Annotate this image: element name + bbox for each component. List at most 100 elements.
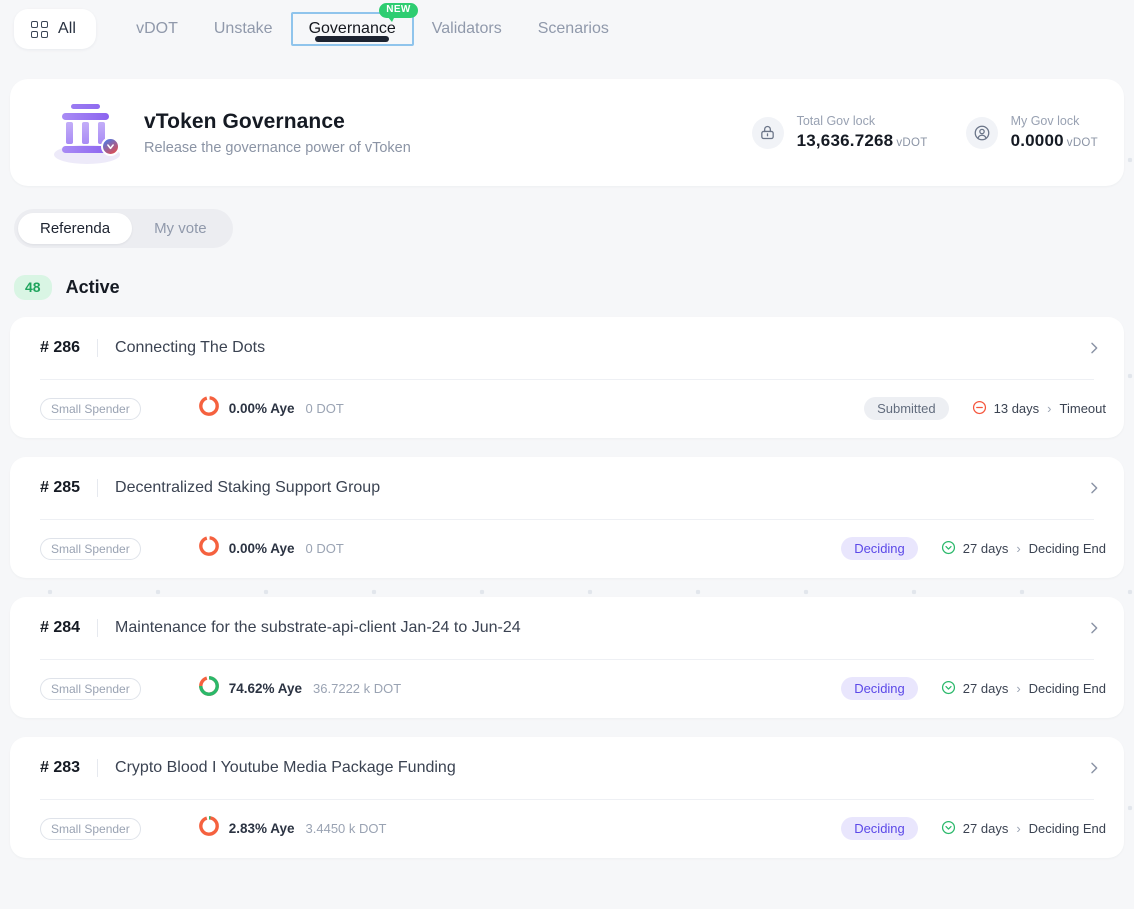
subtab-my-vote-label: My vote xyxy=(154,220,207,237)
referendum-time-left: 13 days xyxy=(993,401,1040,417)
referendum-title: Decentralized Staking Support Group xyxy=(115,478,381,496)
status-badge: Deciding xyxy=(841,537,918,561)
referendum-card-286[interactable]: # 286 Connecting The Dots Small Spender … xyxy=(10,316,1124,438)
stat-my-gov-lock-label: My Gov lock xyxy=(1010,114,1080,128)
subtab-my-vote[interactable]: My vote xyxy=(132,213,229,244)
tab-unstake[interactable]: Unstake xyxy=(196,12,291,46)
hero-stats: Total Gov lock 13,636.7268 vDOT My Gov lo… xyxy=(751,114,1098,151)
vote-donut-chart xyxy=(198,395,220,422)
user-icon xyxy=(965,116,998,149)
governance-bank-icon xyxy=(54,102,120,164)
governance-hero-card: vToken Governance Release the governance… xyxy=(10,79,1124,186)
all-filter-label: All xyxy=(58,20,77,37)
referendum-track-tag: Small Spender xyxy=(40,397,141,420)
referendum-header[interactable]: # 284 Maintenance for the substrate-api-… xyxy=(10,597,1124,659)
chevron-right-icon[interactable] xyxy=(1086,340,1106,356)
tab-scenarios[interactable]: Scenarios xyxy=(520,12,627,46)
tab-vdot[interactable]: vDOT xyxy=(118,12,196,46)
grid-icon xyxy=(31,20,48,38)
chevron-right-icon[interactable] xyxy=(1086,480,1106,496)
vote-donut-chart xyxy=(198,675,220,702)
referendum-time-left: 27 days xyxy=(962,821,1009,837)
subtab-referenda[interactable]: Referenda xyxy=(18,213,133,244)
all-filter-button[interactable]: All xyxy=(14,9,97,49)
referendum-card-283[interactable]: # 283 Crypto Blood I Youtube Media Packa… xyxy=(10,736,1124,858)
referendum-card-284[interactable]: # 284 Maintenance for the substrate-api-… xyxy=(10,596,1124,718)
referendum-vote-summary: 74.62% Aye 36.7222 k DOT xyxy=(198,675,401,702)
stat-total-gov-lock-unit: vDOT xyxy=(896,137,928,149)
vote-donut-chart xyxy=(198,815,220,842)
referendum-time-left: 27 days xyxy=(962,681,1009,697)
status-badge: Deciding xyxy=(841,817,918,841)
referendum-status-group: Deciding 27 days › Deciding End xyxy=(841,537,1106,561)
referendum-header[interactable]: # 286 Connecting The Dots xyxy=(10,317,1124,379)
chevron-right-icon[interactable] xyxy=(1086,620,1106,636)
referendum-meta: Small Spender 74.62% Aye 36.7222 k DOT D… xyxy=(10,660,1124,718)
tab-validators-label: Validators xyxy=(431,20,502,37)
referendum-status-group: Submitted 13 days › Timeout xyxy=(864,397,1106,421)
referendum-track-tag: Small Spender xyxy=(40,537,141,560)
subtab-referenda-label: Referenda xyxy=(40,220,111,237)
referendum-header[interactable]: # 285 Decentralized Staking Support Grou… xyxy=(10,457,1124,519)
referendum-vote-amount: 0 DOT xyxy=(305,541,344,557)
top-navigation-bar: All vDOT Unstake Governance NEW Validato… xyxy=(0,0,1134,58)
referendum-aye-percent: 0.00% Aye xyxy=(228,541,295,557)
timeline-status-icon xyxy=(941,820,956,838)
referendum-track-tag: Small Spender xyxy=(40,817,141,840)
main-tabs: vDOT Unstake Governance NEW Validators S… xyxy=(118,3,627,46)
timeline-separator: › xyxy=(1016,681,1021,697)
referendum-vote-amount: 36.7222 k DOT xyxy=(313,681,402,697)
stat-total-gov-lock-value: 13,636.7268 vDOT xyxy=(796,131,928,150)
stat-my-gov-lock-unit: vDOT xyxy=(1066,137,1098,149)
tab-vdot-label: vDOT xyxy=(136,20,178,37)
timeline-separator: › xyxy=(1047,401,1052,417)
referenda-list: # 286 Connecting The Dots Small Spender … xyxy=(10,316,1124,858)
referendum-aye-percent: 2.83% Aye xyxy=(228,821,295,837)
subtabs-wrapper: Referenda My vote xyxy=(14,209,1134,248)
referendum-vote-summary: 0.00% Aye 0 DOT xyxy=(198,535,344,562)
referendum-vote-summary: 0.00% Aye 0 DOT xyxy=(198,395,344,422)
stat-my-gov-lock-value: 0.0000 vDOT xyxy=(1010,131,1098,150)
timeline-separator: › xyxy=(1016,821,1021,837)
chevron-right-icon[interactable] xyxy=(1086,760,1106,776)
status-badge: Submitted xyxy=(864,397,949,421)
referendum-time-stage: Timeout xyxy=(1059,401,1106,417)
referendum-status-group: Deciding 27 days › Deciding End xyxy=(841,817,1106,841)
active-count-badge: 48 xyxy=(14,275,52,300)
referendum-timeline: 13 days › Timeout xyxy=(972,400,1106,418)
referendum-vote-amount: 0 DOT xyxy=(305,401,344,417)
referendum-status-group: Deciding 27 days › Deciding End xyxy=(841,677,1106,701)
referendum-card-285[interactable]: # 285 Decentralized Staking Support Grou… xyxy=(10,456,1124,578)
referendum-header[interactable]: # 283 Crypto Blood I Youtube Media Packa… xyxy=(10,737,1124,799)
referendum-meta: Small Spender 0.00% Aye 0 DOT Deciding 2… xyxy=(10,520,1124,578)
tab-scenarios-label: Scenarios xyxy=(537,20,609,37)
stat-my-gov-lock: My Gov lock 0.0000 vDOT xyxy=(965,114,1098,151)
referendum-timeline: 27 days › Deciding End xyxy=(941,540,1106,558)
referendum-number: # 284 xyxy=(40,618,99,637)
status-badge: Deciding xyxy=(841,677,918,701)
referendum-time-stage: Deciding End xyxy=(1028,681,1106,697)
referendum-number: # 285 xyxy=(40,478,99,497)
tab-governance[interactable]: Governance NEW xyxy=(290,3,418,46)
tab-unstake-label: Unstake xyxy=(213,20,273,37)
active-section-label: Active xyxy=(65,276,120,297)
tab-validators[interactable]: Validators xyxy=(414,12,520,46)
referenda-subtabs: Referenda My vote xyxy=(14,209,233,248)
timeline-status-icon xyxy=(941,680,956,698)
referendum-vote-summary: 2.83% Aye 3.4450 k DOT xyxy=(198,815,387,842)
referendum-track-tag: Small Spender xyxy=(40,677,141,700)
referendum-time-stage: Deciding End xyxy=(1028,541,1106,557)
referendum-meta: Small Spender 0.00% Aye 0 DOT Submitted … xyxy=(10,380,1124,438)
lock-icon xyxy=(751,116,784,149)
vote-donut-chart xyxy=(198,535,220,562)
new-badge: NEW xyxy=(379,3,418,22)
timeline-status-icon xyxy=(941,540,956,558)
referendum-time-left: 27 days xyxy=(962,541,1009,557)
referendum-number: # 283 xyxy=(40,758,99,777)
page-title: vToken Governance xyxy=(144,109,345,133)
referendum-meta: Small Spender 2.83% Aye 3.4450 k DOT Dec… xyxy=(10,800,1124,858)
referendum-time-stage: Deciding End xyxy=(1028,821,1106,837)
vtoken-badge-icon xyxy=(101,136,120,156)
referendum-vote-amount: 3.4450 k DOT xyxy=(305,821,387,837)
referendum-title: Maintenance for the substrate-api-client… xyxy=(115,618,521,636)
